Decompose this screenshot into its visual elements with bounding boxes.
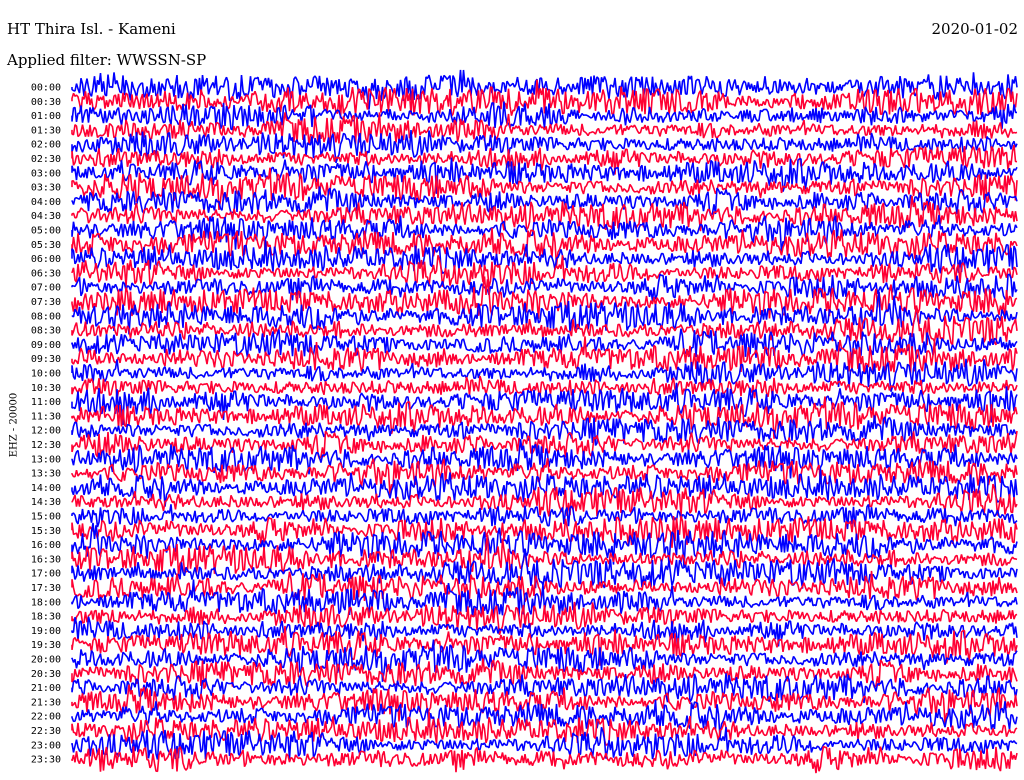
tick-label: 13:00 <box>31 454 61 465</box>
tick-label: 22:30 <box>31 726 61 737</box>
tick-label: 01:30 <box>31 125 61 136</box>
tick-label: 04:00 <box>31 197 61 208</box>
trace-layer <box>71 69 1018 774</box>
tick-label: 12:30 <box>31 440 61 451</box>
tick-label: 03:30 <box>31 183 61 194</box>
tick-label: 05:00 <box>31 226 61 237</box>
tick-label: 20:00 <box>31 655 61 666</box>
tick-label: 06:00 <box>31 254 61 265</box>
tick-label: 13:30 <box>31 469 61 480</box>
helicorder-chart: 00:00 00:30 01:00 01:30 02:00 02:30 03:00 03:30… <box>31 69 1018 774</box>
tick-label: 05:30 <box>31 240 61 251</box>
tick-label: 07:30 <box>31 297 61 308</box>
tick-label: 07:00 <box>31 283 61 294</box>
tick-label: 04:30 <box>31 211 61 222</box>
tick-label: 09:00 <box>31 340 61 351</box>
tick-label: 18:30 <box>31 612 61 623</box>
tick-label: 16:00 <box>31 540 61 551</box>
seismic-trace <box>71 430 1018 460</box>
tick-label: 19:30 <box>31 640 61 651</box>
tick-label-layer: 00:00 00:30 01:00 01:30 02:00 02:30 03:00 03:30… <box>31 83 61 766</box>
tick-label: 02:30 <box>31 154 61 165</box>
tick-label: 23:30 <box>31 755 61 766</box>
tick-label: 14:00 <box>31 483 61 494</box>
tick-label: 09:30 <box>31 354 61 365</box>
tick-label: 08:30 <box>31 326 61 337</box>
tick-label: 17:30 <box>31 583 61 594</box>
tick-label: 10:00 <box>31 369 61 380</box>
tick-label: 21:00 <box>31 683 61 694</box>
seismic-trace <box>71 328 1018 364</box>
tick-label: 21:30 <box>31 697 61 708</box>
tick-label: 23:00 <box>31 740 61 751</box>
tick-label: 00:30 <box>31 97 61 108</box>
tick-label: 11:00 <box>31 397 61 408</box>
tick-label: 01:00 <box>31 111 61 122</box>
tick-label: 12:00 <box>31 426 61 437</box>
tick-label: 02:00 <box>31 140 61 151</box>
tick-label: 11:30 <box>31 411 61 422</box>
tick-label: 03:00 <box>31 168 61 179</box>
tick-label: 20:30 <box>31 669 61 680</box>
tick-label: 18:00 <box>31 597 61 608</box>
tick-label: 08:00 <box>31 311 61 322</box>
tick-label: 22:00 <box>31 712 61 723</box>
tick-label: 14:30 <box>31 497 61 508</box>
tick-label: 15:30 <box>31 526 61 537</box>
tick-label: 06:30 <box>31 268 61 279</box>
tick-label: 00:00 <box>31 83 61 94</box>
tick-label: 16:30 <box>31 554 61 565</box>
tick-label: 15:00 <box>31 512 61 523</box>
tick-label: 19:00 <box>31 626 61 637</box>
tick-label: 10:30 <box>31 383 61 394</box>
tick-label: 17:00 <box>31 569 61 580</box>
